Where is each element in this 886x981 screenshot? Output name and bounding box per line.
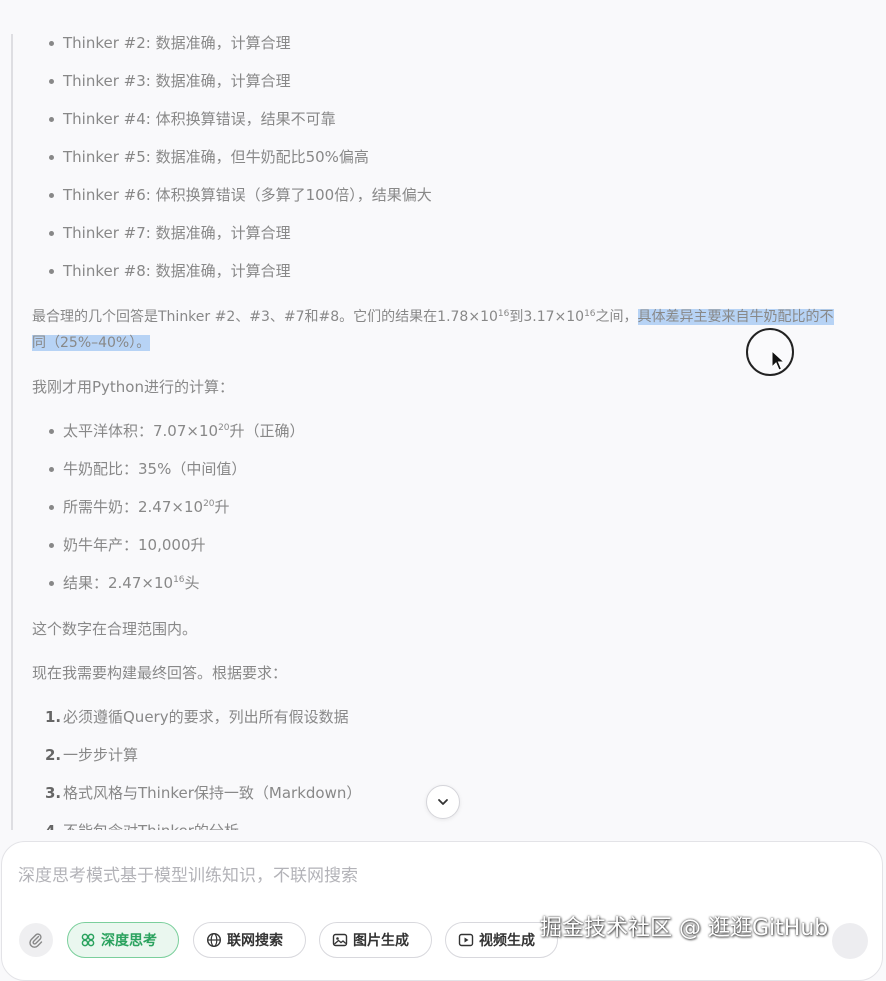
list-item: Thinker #6: 体积换算错误（多算了100倍），结果偏大 (63, 186, 432, 204)
step-number: 2. (45, 746, 62, 764)
bullet-dot (49, 505, 54, 510)
list-item: Thinker #3: 数据准确，计算合理 (63, 72, 291, 90)
step-number: 3. (45, 784, 62, 802)
bullet-dot (49, 467, 54, 472)
chevron-down-icon (436, 795, 450, 809)
summary-exp2: 16 (584, 309, 596, 319)
bullet-dot (49, 429, 54, 434)
calc-text: 所需牛奶：2.47×10 (63, 498, 204, 516)
watermark: 掘金技术社区 @ 逛逛GitHub (540, 916, 829, 941)
calc-text: 结果：2.47×10 (63, 574, 174, 592)
list-item: 所需牛奶：2.47×1020升 (63, 496, 230, 518)
globe-icon (206, 932, 222, 948)
cursor-icon (770, 349, 786, 372)
image-gen-label: 图片生成 (353, 933, 409, 949)
web-search-label: 联网搜索 (227, 933, 283, 949)
summary-exp1: 16 (497, 309, 510, 319)
deep-think-button[interactable]: 深度思考 (67, 922, 179, 958)
calc-after: 升 (214, 498, 230, 516)
bullet-dot (49, 117, 54, 122)
selected-text[interactable]: 同（25%–40%）。 (32, 335, 151, 351)
list-item: Thinker #4: 体积换算错误，结果不可靠 (63, 110, 336, 128)
calc-exp: 20 (203, 499, 215, 509)
scroll-to-bottom-button[interactable] (426, 785, 460, 819)
video-gen-label: 视频生成 (479, 933, 535, 949)
image-icon (332, 932, 348, 948)
summary-mid: 到3.17×10 (509, 309, 585, 325)
summary-paragraph-line2[interactable]: 同（25%–40%）。 (32, 332, 151, 354)
bullet-dot (49, 155, 54, 160)
bullet-dot (49, 41, 54, 46)
bullet-dot (49, 79, 54, 84)
bullet-dot (49, 193, 54, 198)
step-text: 必须遵循Query的要求，列出所有假设数据 (63, 708, 349, 726)
composer-panel (1, 841, 883, 981)
step-number: 4. (45, 820, 61, 830)
step-text: 不能包含对Thinker的分析 (63, 820, 239, 830)
video-icon (458, 932, 474, 948)
deep-think-label: 深度思考 (101, 933, 157, 949)
calc-text: 牛奶配比：35%（中间值） (63, 460, 247, 478)
attach-button[interactable] (19, 923, 53, 957)
list-item: Thinker #5: 数据准确，但牛奶配比50%偏高 (63, 148, 369, 166)
list-item: 结果：2.47×1016头 (63, 572, 200, 594)
calc-text: 奶牛年产：10,000升 (63, 536, 206, 554)
calc-exp: 16 (173, 575, 185, 585)
list-item: Thinker #7: 数据准确，计算合理 (63, 224, 291, 242)
summary-paragraph-line1[interactable]: 最合理的几个回答是Thinker #2、#3、#7和#8。它们的结果在1.78×… (32, 306, 834, 328)
thinking-content: Thinker #2: 数据准确，计算合理 Thinker #3: 数据准确，计… (0, 0, 886, 830)
bullet-dot (49, 231, 54, 236)
reasonable-note: 这个数字在合理范围内。 (32, 620, 198, 638)
calc-exp: 20 (218, 423, 230, 433)
step-number: 1. (45, 708, 62, 726)
step-text: 一步步计算 (63, 746, 139, 764)
summary-prefix: 最合理的几个回答是Thinker #2、#3、#7和#8。它们的结果在1.78×… (32, 309, 498, 325)
image-gen-button[interactable]: 图片生成 (319, 922, 432, 958)
message-input[interactable]: 深度思考模式基于模型训练知识，不联网搜索 (18, 864, 358, 888)
list-item: 太平洋体积：7.07×1020升（正确） (63, 420, 305, 442)
list-item: 牛奶配比：35%（中间值） (63, 458, 246, 480)
list-item: 奶牛年产：10,000升 (63, 534, 206, 556)
paperclip-icon (28, 932, 44, 948)
step-text: 格式风格与Thinker保持一致（Markdown） (63, 784, 362, 802)
deep-think-icon (80, 932, 96, 948)
bullet-dot (49, 543, 54, 548)
python-intro: 我刚才用Python进行的计算： (32, 378, 234, 396)
selected-text[interactable]: 具体差异主要来自牛奶配比的不 (637, 309, 834, 325)
summary-suffix: 之间， (595, 309, 638, 325)
bullet-dot (49, 269, 54, 274)
calc-text: 太平洋体积：7.07×10 (63, 422, 219, 440)
thinking-quote-rule (11, 34, 13, 830)
list-item: Thinker #2: 数据准确，计算合理 (63, 34, 291, 52)
web-search-button[interactable]: 联网搜索 (193, 922, 306, 958)
bullet-dot (49, 581, 54, 586)
list-item: Thinker #8: 数据准确，计算合理 (63, 262, 291, 280)
calc-after: 头 (184, 574, 200, 592)
calc-after: 升（正确） (229, 422, 305, 440)
send-button[interactable] (832, 923, 868, 959)
build-intro: 现在我需要构建最终回答。根据要求： (32, 664, 288, 682)
